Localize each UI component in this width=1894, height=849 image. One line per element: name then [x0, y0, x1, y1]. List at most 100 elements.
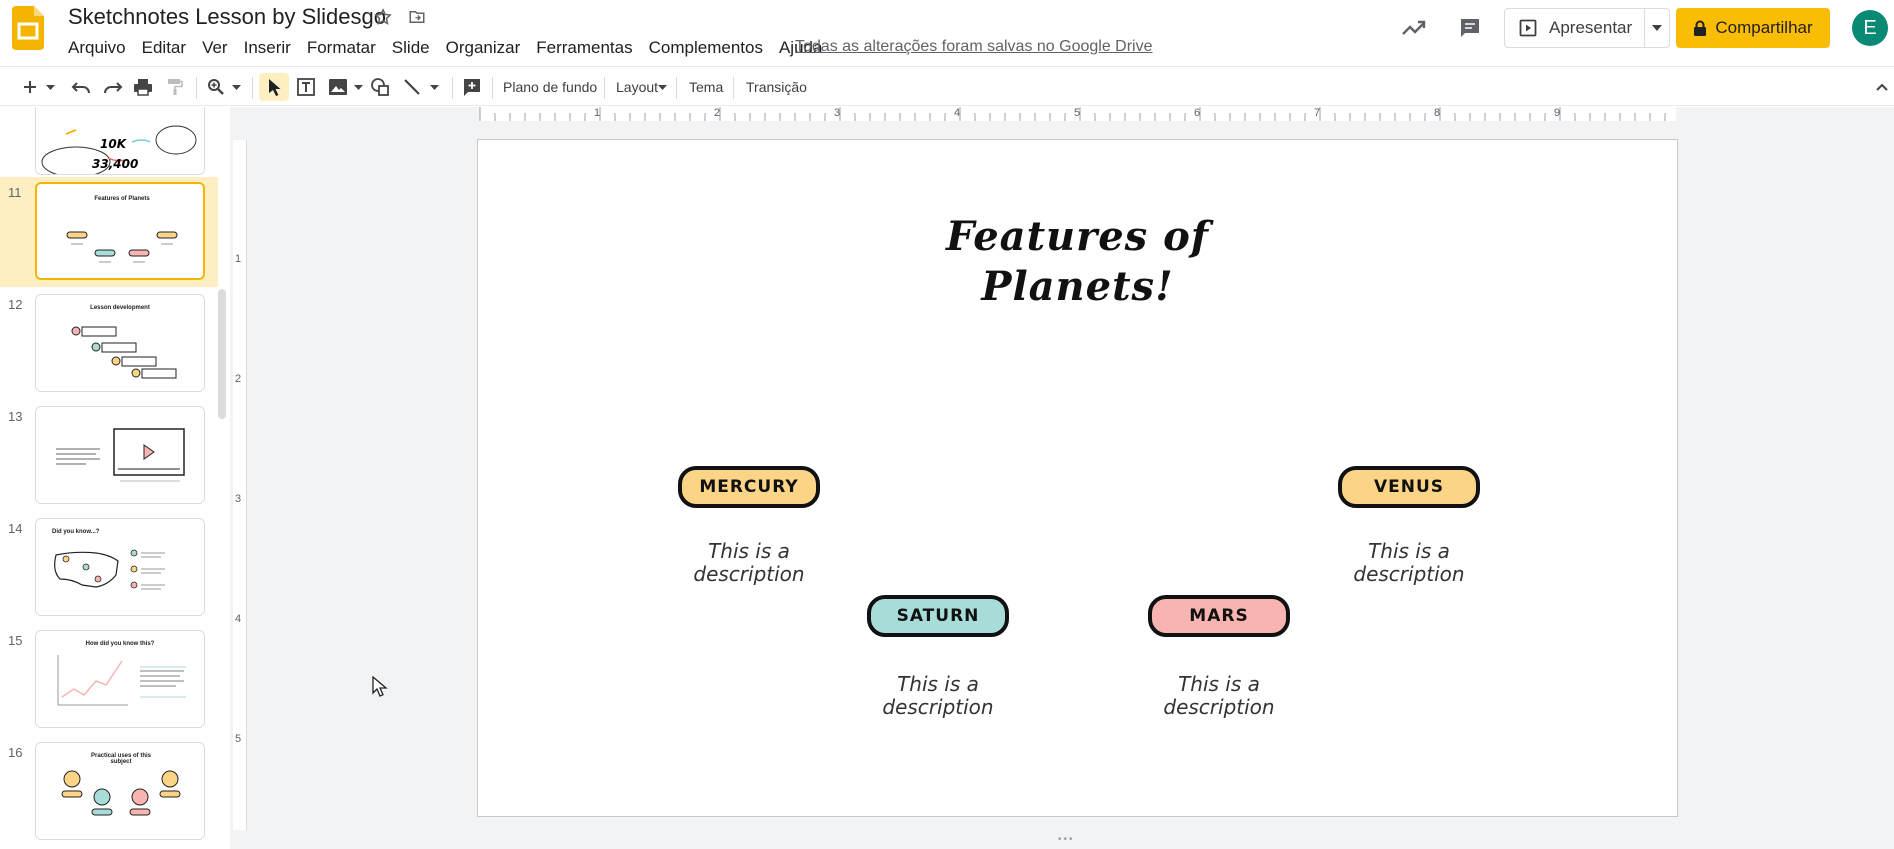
layout-button[interactable]: Layout: [616, 79, 658, 95]
new-slide-dropdown-icon[interactable]: [44, 73, 56, 101]
toolbar-divider: [733, 77, 734, 99]
toolbar-divider: [452, 77, 453, 99]
comments-icon[interactable]: [1454, 12, 1486, 44]
add-comment-icon[interactable]: [458, 73, 486, 101]
planet-description-mercury[interactable]: This is a description: [649, 540, 849, 586]
planet-description-mars[interactable]: This is a description: [1119, 673, 1319, 719]
activity-trend-icon[interactable]: [1398, 12, 1430, 44]
ruler-number: 3: [834, 107, 841, 119]
present-options-dropdown[interactable]: [1645, 25, 1669, 31]
ruler-number: 4: [235, 613, 242, 625]
theme-button[interactable]: Tema: [689, 79, 723, 95]
slide-number: 14: [8, 521, 23, 536]
menu-formatar[interactable]: Formatar: [299, 36, 384, 60]
slide-thumbnail-row-selected[interactable]: 11 Features of Planets: [0, 177, 218, 287]
planet-label-saturn[interactable]: SATURN: [867, 595, 1009, 637]
slide-thumbnail-13[interactable]: [35, 406, 205, 504]
ruler-number: 9: [1554, 107, 1561, 119]
slide-thumbnail-10[interactable]: 10K 33,400: [35, 107, 205, 175]
menu-ferramentas[interactable]: Ferramentas: [528, 36, 640, 60]
horizontal-ruler[interactable]: 1 2 3 4 5 6 7 8 9: [250, 107, 1676, 121]
zoom-dropdown-icon[interactable]: [230, 73, 242, 101]
toolbar-divider: [252, 77, 253, 99]
move-folder-icon[interactable]: [406, 6, 428, 28]
insert-image-icon[interactable]: [324, 73, 352, 101]
menu-complementos[interactable]: Complementos: [641, 36, 771, 60]
star-icon[interactable]: [372, 6, 394, 28]
save-status-link[interactable]: Todas as alterações foram salvas no Goog…: [795, 38, 1153, 56]
slide-thumbnail-row[interactable]: 16 Practical uses of this subject: [0, 737, 218, 849]
menu-slide[interactable]: Slide: [384, 36, 438, 60]
slide-thumbnail-14[interactable]: Did you know...?: [35, 518, 205, 616]
toolbar-divider: [604, 77, 605, 99]
layout-dropdown-icon[interactable]: [656, 73, 668, 101]
menu-organizar[interactable]: Organizar: [438, 36, 529, 60]
thumbnail-sketch: 10K 33,400: [41, 125, 197, 174]
slide-thumbnail-11[interactable]: Features of Planets: [35, 182, 205, 280]
slide-number: 15: [8, 633, 23, 648]
print-icon[interactable]: [130, 73, 156, 101]
collapse-menus-icon[interactable]: [1874, 73, 1890, 101]
slide-thumbnail-12[interactable]: Lesson development: [35, 294, 205, 392]
slide-thumbnail-15[interactable]: How did you know this?: [35, 630, 205, 728]
paint-format-icon[interactable]: [162, 73, 188, 101]
planet-label-venus[interactable]: VENUS: [1338, 466, 1480, 508]
description-line: This is a: [1368, 539, 1450, 563]
new-slide-icon[interactable]: [18, 73, 42, 101]
select-cursor-icon[interactable]: [259, 73, 289, 101]
filmstrip-scrollbar[interactable]: [218, 289, 226, 419]
vertical-ruler[interactable]: 1 2 3 4 5: [233, 140, 247, 830]
present-main-button[interactable]: Apresentar: [1505, 9, 1645, 47]
thumbnail-sketch: [54, 549, 165, 590]
slides-logo-icon[interactable]: [12, 6, 44, 50]
toolbar: Plano de fundo Layout Tema Transição: [0, 66, 1894, 106]
thumbnail-sketch: [61, 770, 181, 816]
present-button[interactable]: Apresentar: [1504, 8, 1670, 48]
shape-icon[interactable]: [366, 73, 394, 101]
zoom-icon[interactable]: [204, 73, 228, 101]
planet-description-saturn[interactable]: This is a description: [838, 673, 1038, 719]
account-avatar[interactable]: E: [1852, 10, 1888, 46]
slide-thumbnail-row[interactable]: 10K 33,400: [0, 107, 218, 177]
thumbnail-number-10k: 10K: [100, 137, 128, 151]
menu-ver[interactable]: Ver: [194, 36, 236, 60]
ruler-number: 1: [235, 253, 242, 265]
ruler-number: 7: [1314, 107, 1321, 119]
slide-thumbnail-16[interactable]: Practical uses of this subject: [35, 742, 205, 840]
header: Sketchnotes Lesson by Slidesgo Arquivo E…: [0, 0, 1894, 64]
slide-filmstrip: 10K 33,400 11 Features of Planets 12 Les…: [0, 107, 230, 849]
undo-icon[interactable]: [68, 73, 94, 101]
line-dropdown-icon[interactable]: [428, 73, 440, 101]
image-dropdown-icon[interactable]: [352, 73, 364, 101]
slide-thumbnail-row[interactable]: 15 How did you know this?: [0, 625, 218, 735]
description-line: This is a: [1178, 672, 1260, 696]
share-button[interactable]: Compartilhar: [1676, 8, 1830, 48]
line-icon[interactable]: [398, 73, 426, 101]
ruler-number: 3: [235, 493, 242, 505]
ruler-number: 1: [594, 107, 601, 119]
slide-thumbnail-row[interactable]: 13: [0, 401, 218, 511]
slide-thumbnail-row[interactable]: 14 Did you know...?: [0, 513, 218, 623]
slide-title[interactable]: Features of Planets!: [478, 212, 1677, 312]
chevron-down-icon: [1652, 25, 1662, 31]
menu-editar[interactable]: Editar: [134, 36, 194, 60]
menu-arquivo[interactable]: Arquivo: [60, 36, 134, 60]
slide-number: 12: [8, 297, 23, 312]
present-icon: [1519, 19, 1537, 37]
planet-label-mars[interactable]: MARS: [1148, 595, 1290, 637]
background-button[interactable]: Plano de fundo: [503, 79, 597, 95]
menu-bar: Arquivo Editar Ver Inserir Formatar Slid…: [60, 36, 830, 60]
planet-description-venus[interactable]: This is a description: [1309, 540, 1509, 586]
present-label: Apresentar: [1549, 18, 1633, 37]
description-line: description: [882, 695, 994, 719]
transition-button[interactable]: Transição: [746, 79, 807, 95]
current-slide[interactable]: Features of Planets! MERCURY VENUS SATUR…: [478, 140, 1677, 816]
slide-thumbnail-row[interactable]: 12 Lesson development: [0, 289, 218, 399]
menu-inserir[interactable]: Inserir: [236, 36, 299, 60]
text-box-icon[interactable]: [292, 73, 320, 101]
lock-icon: [1694, 20, 1707, 36]
speaker-notes-resize-handle[interactable]: •••: [1058, 834, 1075, 845]
planet-label-mercury[interactable]: MERCURY: [678, 466, 820, 508]
redo-icon[interactable]: [100, 73, 126, 101]
document-title[interactable]: Sketchnotes Lesson by Slidesgo: [68, 4, 386, 30]
